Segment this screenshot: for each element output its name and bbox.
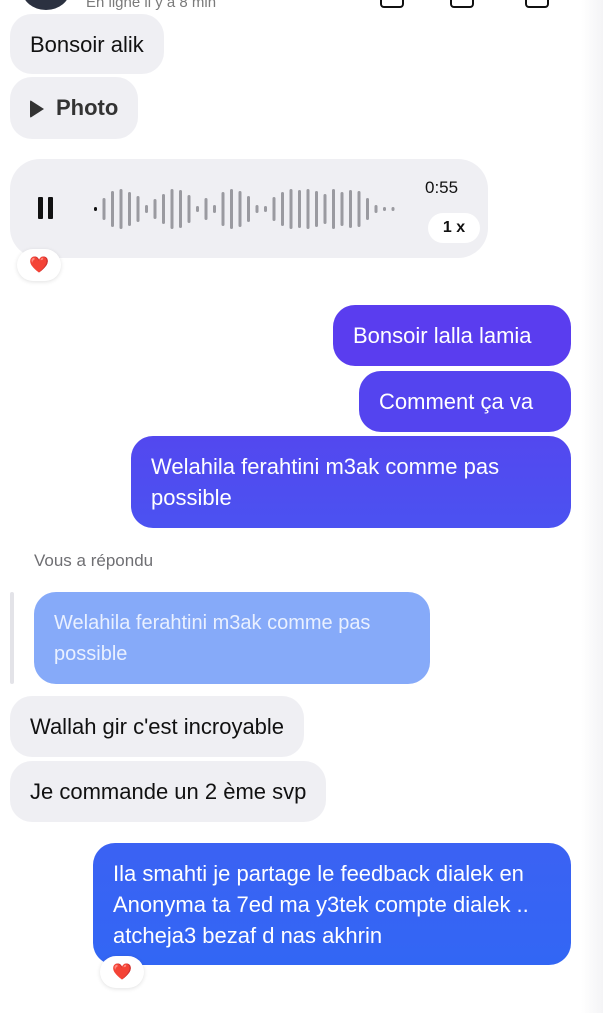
waveform-bar [315, 191, 318, 227]
waveform-bar [102, 198, 106, 220]
waveform-bar [213, 205, 216, 213]
message-text: Bonsoir alik [30, 32, 144, 57]
waveform-bar [153, 199, 157, 219]
message-text: Bonsoir lalla lamia [353, 323, 532, 348]
contact-status: En ligne il y a 8 min [86, 0, 217, 11]
waveform-bar [272, 197, 276, 221]
video-icon[interactable] [450, 0, 474, 8]
waveform-bar [136, 196, 140, 222]
waveform-bar [323, 194, 327, 224]
waveform-bar [247, 196, 250, 222]
outgoing-message[interactable]: Bonsoir lalla lamia [333, 305, 571, 366]
playback-speed-button[interactable]: 1 x [428, 213, 480, 243]
waveform-bar [196, 206, 199, 212]
info-icon[interactable] [525, 0, 549, 8]
waveform-bar [349, 190, 352, 228]
waveform-bar [221, 192, 225, 226]
message-text: Je commande un 2 ème svp [30, 779, 307, 804]
waveform-bar [391, 207, 395, 211]
incoming-message[interactable]: Bonsoir alik [10, 14, 164, 74]
waveform-bar [179, 190, 182, 228]
waveform-bar [340, 192, 344, 226]
call-icon[interactable] [380, 0, 404, 8]
waveform-bar [255, 205, 259, 213]
waveform-bar [230, 189, 233, 229]
photo-label: Photo [56, 95, 119, 120]
waveform-bar [128, 192, 131, 226]
outgoing-message[interactable]: Comment ça va [359, 371, 571, 432]
heart-icon: ❤️ [112, 964, 132, 981]
waveform-bar [298, 190, 301, 228]
waveform-bar [238, 191, 242, 227]
waveform-bar [374, 205, 378, 213]
waveform-bar [289, 189, 293, 229]
waveform-bar [383, 207, 386, 211]
waveform-bar [366, 198, 369, 220]
photo-message[interactable]: Photo [10, 77, 139, 139]
waveform-bar [145, 205, 148, 213]
waveform-bar [357, 191, 361, 227]
waveform-bar [204, 198, 208, 220]
heart-reaction[interactable]: ❤️ [17, 249, 61, 281]
waveform-bar [119, 189, 123, 229]
outgoing-message[interactable]: Welahila ferahtini m3ak comme pas possib… [131, 436, 571, 528]
waveform[interactable] [92, 179, 422, 239]
reply-label: Vous a répondu [34, 551, 154, 570]
quoted-message[interactable]: Welahila ferahtini m3ak comme pas possib… [34, 592, 430, 684]
waveform-bar [306, 189, 310, 229]
waveform-bar [170, 189, 174, 229]
message-text: Wallah gir c'est incroyable [30, 714, 285, 739]
heart-reaction[interactable]: ❤️ [100, 956, 144, 988]
message-text: Comment ça va [379, 389, 534, 414]
message-text: Ila smahti je partage le feedback dialek… [113, 861, 529, 948]
voice-duration: 0:55 [425, 178, 459, 197]
waveform-bar [162, 194, 165, 224]
pause-icon[interactable] [38, 197, 54, 219]
heart-icon: ❤️ [29, 257, 49, 274]
waveform-bar [187, 195, 191, 223]
waveform-bar [94, 207, 97, 211]
voice-message[interactable]: 0:55 1 x [10, 159, 488, 258]
contact-avatar[interactable] [22, 0, 70, 10]
incoming-message[interactable]: Wallah gir c'est incroyable [10, 696, 305, 757]
waveform-bar [264, 206, 267, 212]
play-icon [30, 100, 44, 119]
waveform-bar [332, 189, 335, 229]
incoming-message[interactable]: Je commande un 2 ème svp [10, 761, 327, 822]
message-text: Welahila ferahtini m3ak comme pas possib… [151, 454, 500, 510]
waveform-bar [111, 191, 114, 227]
quoted-text: Welahila ferahtini m3ak comme pas possib… [54, 612, 371, 665]
edge-shade [581, 0, 603, 1013]
waveform-bar [281, 192, 284, 226]
outgoing-message[interactable]: Ila smahti je partage le feedback dialek… [93, 843, 571, 965]
reply-bar [10, 592, 14, 684]
